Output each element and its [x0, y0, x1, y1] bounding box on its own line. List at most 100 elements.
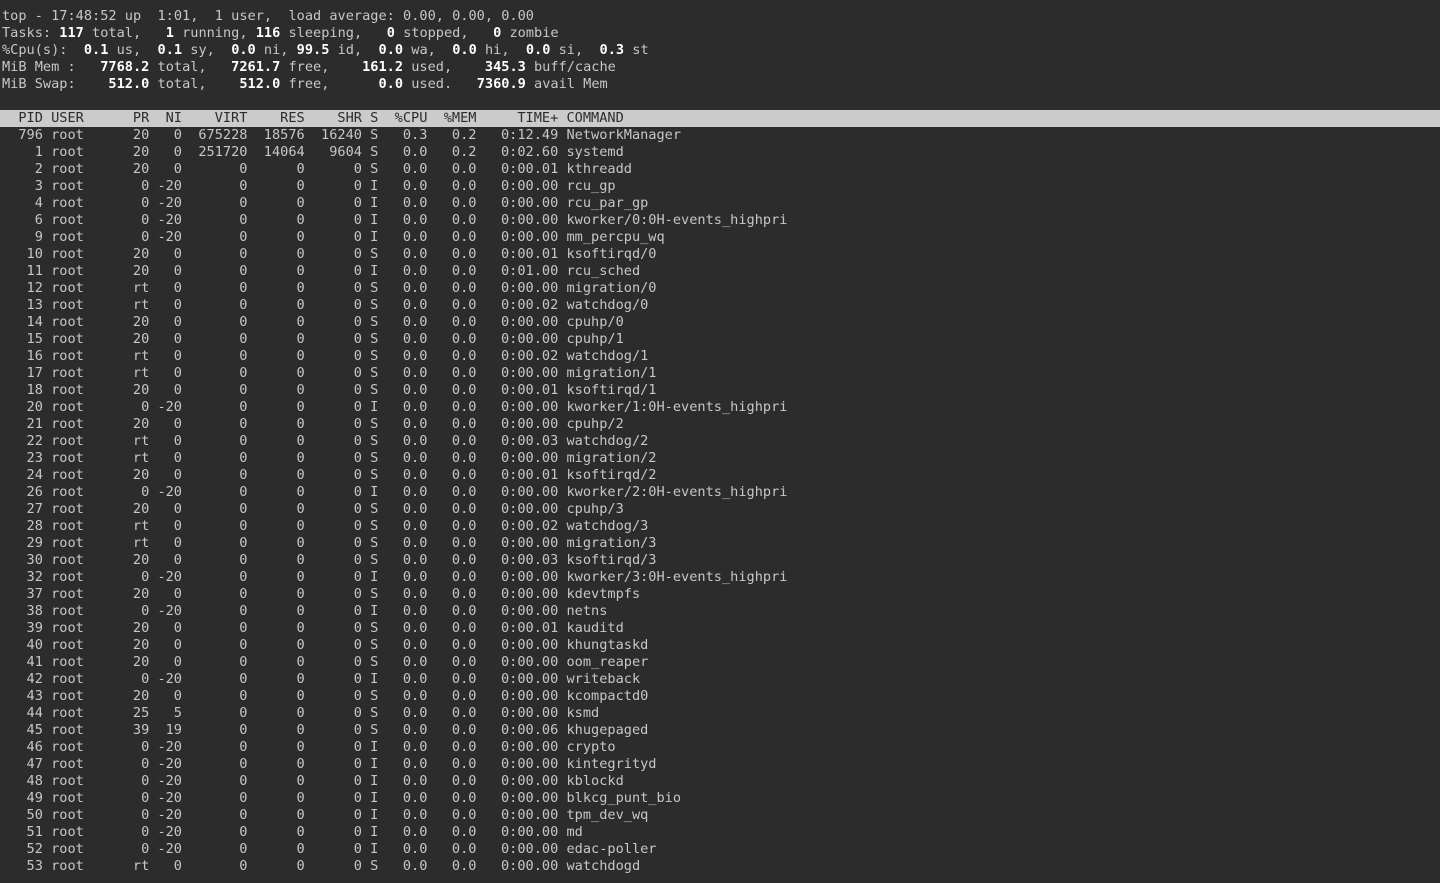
cell-mem: 0.0 [436, 501, 477, 518]
cell-command: watchdog/3 [566, 518, 648, 535]
cell-s: S [370, 433, 378, 450]
cell-res: 0 [256, 348, 305, 365]
cell-cpu: 0.0 [386, 212, 427, 229]
cell-s: S [370, 314, 378, 331]
cell-command: ksmd [566, 705, 599, 722]
cell-time: 0:00.00 [485, 858, 559, 875]
cell-user: root [51, 552, 116, 569]
cell-command: watchdog/2 [566, 433, 648, 450]
cell-time: 0:00.00 [485, 671, 559, 688]
cell-res: 0 [256, 535, 305, 552]
cell-cpu: 0.0 [386, 518, 427, 535]
cell-virt: 0 [190, 484, 247, 501]
cell-pid: 796 [2, 127, 43, 144]
cell-ni: 0 [157, 688, 182, 705]
cell-command: kworker/0:0H-events_highpri [566, 212, 787, 229]
cell-s: I [370, 841, 378, 858]
cell-virt: 0 [190, 586, 247, 603]
cell-ni: 0 [157, 280, 182, 297]
cell-user: root [51, 263, 116, 280]
cell-command: md [566, 824, 582, 841]
cell-cpu: 0.0 [386, 501, 427, 518]
cell-user: root [51, 739, 116, 756]
cell-pid: 27 [2, 501, 43, 518]
cell-ni: 0 [157, 331, 182, 348]
cell-s: S [370, 722, 378, 739]
cell-res: 0 [256, 450, 305, 467]
cell-pr: rt [125, 535, 150, 552]
cell-pid: 11 [2, 263, 43, 280]
process-row: 39root200000S0.00.00:00.01kauditd [0, 620, 1440, 637]
cell-virt: 0 [190, 688, 247, 705]
column-header-cpu: %CPU [386, 110, 427, 127]
summary-segment: si, [550, 42, 599, 58]
cell-user: root [51, 127, 116, 144]
summary-segment: Tasks: [2, 25, 59, 41]
cell-ni: -20 [157, 739, 182, 756]
cell-ni: 0 [157, 314, 182, 331]
cell-time: 0:12.49 [485, 127, 559, 144]
cell-shr: 0 [313, 433, 362, 450]
cell-shr: 0 [313, 246, 362, 263]
cell-command: kthreadd [566, 161, 631, 178]
summary-segment: MiB Mem : [2, 59, 100, 75]
cell-pid: 39 [2, 620, 43, 637]
cell-virt: 0 [190, 348, 247, 365]
summary-segment: hi, [477, 42, 526, 58]
summary-segment: 0.1 [84, 42, 109, 58]
cell-pr: 20 [125, 246, 150, 263]
summary-segment: 0.0 [379, 76, 404, 92]
cell-res: 0 [256, 518, 305, 535]
cell-pr: rt [125, 297, 150, 314]
cell-s: S [370, 501, 378, 518]
process-row: 48root0-20000I0.00.00:00.00kblockd [0, 773, 1440, 790]
cell-shr: 0 [313, 365, 362, 382]
cell-pr: 20 [125, 144, 150, 161]
cell-pr: 0 [125, 790, 150, 807]
cell-pr: rt [125, 348, 150, 365]
summary-segment: wa, [403, 42, 452, 58]
cell-pid: 43 [2, 688, 43, 705]
terminal-screen[interactable]: top - 17:48:52 up 1:01, 1 user, load ave… [0, 0, 1440, 883]
cell-virt: 0 [190, 467, 247, 484]
process-row: 12rootrt0000S0.00.00:00.00migration/0 [0, 280, 1440, 297]
cell-ni: 0 [157, 416, 182, 433]
cell-pid: 49 [2, 790, 43, 807]
cell-user: root [51, 144, 116, 161]
cell-command: ksoftirqd/3 [566, 552, 656, 569]
cell-pr: 0 [125, 807, 150, 824]
cell-res: 0 [256, 637, 305, 654]
cell-virt: 0 [190, 382, 247, 399]
cell-pid: 16 [2, 348, 43, 365]
cell-user: root [51, 246, 116, 263]
cell-mem: 0.0 [436, 637, 477, 654]
cell-command: rcu_par_gp [566, 195, 648, 212]
cell-command: migration/1 [566, 365, 656, 382]
cell-pid: 42 [2, 671, 43, 688]
cell-shr: 0 [313, 773, 362, 790]
cell-user: root [51, 654, 116, 671]
cell-time: 0:00.02 [485, 518, 559, 535]
cell-shr: 0 [313, 399, 362, 416]
cell-user: root [51, 569, 116, 586]
cell-pid: 41 [2, 654, 43, 671]
cell-mem: 0.0 [436, 756, 477, 773]
cell-command: watchdog/1 [566, 348, 648, 365]
cell-pr: 20 [125, 620, 150, 637]
cell-cpu: 0.0 [386, 671, 427, 688]
cell-cpu: 0.0 [386, 382, 427, 399]
cell-shr: 0 [313, 569, 362, 586]
cell-res: 0 [256, 467, 305, 484]
cell-user: root [51, 161, 116, 178]
cell-time: 0:00.00 [485, 569, 559, 586]
cell-pid: 18 [2, 382, 43, 399]
cell-command: migration/3 [566, 535, 656, 552]
process-row: 37root200000S0.00.00:00.00kdevtmpfs [0, 586, 1440, 603]
cell-time: 0:00.01 [485, 620, 559, 637]
cell-user: root [51, 416, 116, 433]
cell-cpu: 0.0 [386, 705, 427, 722]
process-row: 52root0-20000I0.00.00:00.00edac-poller [0, 841, 1440, 858]
cell-user: root [51, 688, 116, 705]
cell-virt: 0 [190, 212, 247, 229]
cell-user: root [51, 705, 116, 722]
